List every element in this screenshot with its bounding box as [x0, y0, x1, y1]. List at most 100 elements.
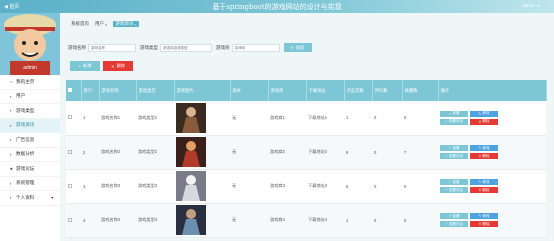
edit-button[interactable]: ✎ 修改 [470, 145, 498, 151]
delete-button[interactable]: ✕ 删除 [103, 61, 133, 71]
edit-button-label: 修改 [482, 179, 490, 184]
action-bar: + 新增 ✕ 删除 [70, 61, 133, 71]
chevron-down-icon: ▼ [536, 3, 540, 8]
eye-icon: ✓ [448, 111, 452, 116]
row-delete-button-label: 删除 [482, 221, 490, 226]
cell-comments: 0 [374, 217, 377, 223]
row-checkbox-cell[interactable] [66, 101, 81, 135]
close-icon: ✕ [478, 119, 482, 124]
edit-button[interactable]: ✎ 修改 [470, 213, 498, 219]
comment-icon: ✓ [444, 188, 448, 192]
search-button[interactable]: ⚲ 搜索 [283, 43, 312, 52]
sidebar-item-chart[interactable]: ▪ 数据分析 [0, 148, 60, 162]
cell-comments: 0 [374, 149, 377, 155]
sidebar-item-game[interactable]: ▪ 游戏资讯 [0, 118, 60, 133]
row-delete-button[interactable]: ✕ 删除 [470, 187, 498, 193]
search-icon: ⚲ [290, 45, 294, 50]
sidebar-item-home[interactable]: ⌂ 我的主页 [0, 75, 60, 90]
row-checkbox-cell[interactable] [66, 203, 81, 237]
close-icon: ✕ [478, 222, 482, 226]
column-header: 游戏商 [268, 80, 307, 101]
cell-type: 游戏类型4 [138, 217, 158, 222]
view-button[interactable]: ✓ 查看 [440, 145, 468, 151]
sidebar-item-user[interactable]: ▪ 用户 [0, 90, 60, 104]
delete-button-label: 删除 [116, 63, 125, 68]
checkbox[interactable] [68, 88, 72, 92]
game-thumbnail [176, 171, 206, 201]
review-button[interactable]: ✓ 查看评论 [440, 118, 468, 125]
checkbox[interactable] [68, 183, 72, 188]
sidebar-item-forum[interactable]: ♣ 游戏论坛 [0, 162, 60, 177]
sidebar-item-label: 游戏类型 [16, 107, 35, 113]
add-button[interactable]: + 新增 [70, 61, 100, 71]
column-header: 操作 [438, 80, 547, 101]
row-delete-button[interactable]: ✕ 删除 [470, 153, 498, 159]
row-checkbox-cell[interactable] [66, 169, 81, 203]
column-header: 版本 [230, 80, 269, 101]
row-checkbox-cell[interactable] [66, 135, 81, 169]
checkbox[interactable] [68, 149, 72, 154]
edit-icon: ✎ [478, 214, 482, 218]
sidebar-item-category[interactable]: ▪ 游戏类型 [0, 104, 60, 119]
cell-type: 游戏类型1 [138, 114, 158, 120]
view-button[interactable]: ✓ 查看 [440, 179, 468, 185]
edit-icon: ✎ [478, 180, 482, 184]
sidebar-item-label: 系统管理 [16, 180, 35, 186]
sidebar-menu: ⌂ 我的主页 ▪ 用户 ▪ 游戏类型 ▪ 游戏资讯 ▪ 广告信息 ▪ 数据分析 ♣ 游戏论坛 ▪ 系统管理 ▪ 个… [0, 75, 60, 206]
back-home-link[interactable]: ◀ 首页 [4, 3, 19, 10]
cell-download: 下载地址2 [308, 149, 328, 154]
tab-user[interactable]: 用户 × [93, 21, 109, 27]
user-menu[interactable]: admin ▼ [522, 3, 540, 8]
sidebar-item-ad[interactable]: ▪ 广告信息 [0, 133, 60, 148]
column-header: 下载地址 [306, 80, 345, 101]
vendor-input[interactable] [231, 43, 280, 52]
game-type-label: 游戏类型 [140, 44, 158, 50]
comment-icon: ✓ [444, 222, 448, 226]
sidebar-item-person[interactable]: ▪ 个人资料 ▼ [0, 191, 60, 206]
view-button[interactable]: ✓ 查看 [440, 110, 468, 117]
sidebar-item-label: 游戏论坛 [16, 165, 35, 171]
plus-icon: + [78, 63, 82, 69]
close-icon[interactable]: × [134, 22, 136, 27]
game-image-cell [174, 135, 230, 169]
select-all-checkbox[interactable] [66, 80, 82, 101]
cell-vendor: 游戏商2 [270, 149, 285, 154]
checkbox[interactable] [68, 115, 72, 120]
table-body: 1 游戏名称1 游戏类型1 无游戏商1 下载地址1 1 0 0 ✓ 查看 ✎ 修改 ✓ 查看评论 ✕ 删除 2 游… [66, 101, 546, 237]
edit-button[interactable]: ✎ 修改 [470, 110, 498, 117]
view-button[interactable]: ✓ 查看 [440, 213, 468, 219]
checkbox[interactable] [68, 217, 72, 222]
cell-index: 1 [83, 115, 86, 121]
close-icon: ✕ [478, 188, 482, 192]
column-header: 点击次数 [344, 80, 373, 101]
cell-vendor: 游戏商3 [270, 183, 285, 188]
cell-clicks: 1 [346, 115, 349, 121]
row-delete-button-label: 删除 [482, 153, 490, 158]
breadcrumb-home[interactable]: 系统首页 [71, 21, 89, 27]
game-type-select[interactable] [160, 43, 212, 52]
row-delete-button[interactable]: ✕ 删除 [470, 221, 498, 227]
review-button[interactable]: ✓ 查看评论 [440, 187, 468, 193]
view-button-label: 查看 [452, 179, 460, 184]
cell-name: 游戏名称1 [101, 114, 121, 120]
tab-game-info[interactable]: 游戏资讯 × [113, 21, 139, 27]
top-bar: ◀ 首页 基于springboot的游戏网站的设计与实现 admin ▼ [0, 0, 554, 13]
cell-favorites: 7 [404, 149, 407, 155]
game-image-cell [174, 169, 230, 203]
sidebar-item-system[interactable]: ▪ 系统管理 [0, 177, 60, 191]
review-button[interactable]: ✓ 查看评论 [440, 221, 468, 227]
username: admin [522, 3, 535, 8]
search-bar: 游戏名称 游戏类型 游戏商 ⚲ 搜索 [68, 43, 312, 52]
game-name-input[interactable] [88, 43, 136, 52]
close-icon[interactable]: × [105, 22, 107, 27]
review-button[interactable]: ✓ 查看评论 [440, 153, 468, 159]
cell-download: 下载地址4 [308, 217, 328, 222]
comment-icon: ✓ [444, 154, 448, 158]
edit-icon: ✎ [478, 111, 482, 116]
row-delete-button-label: 删除 [482, 187, 490, 192]
cell-favorites: 0 [404, 183, 407, 189]
cell-vendor: 游戏商4 [270, 217, 285, 222]
cell-type: 游戏类型2 [138, 149, 158, 154]
edit-button[interactable]: ✎ 修改 [470, 179, 498, 185]
row-delete-button[interactable]: ✕ 删除 [470, 118, 498, 125]
